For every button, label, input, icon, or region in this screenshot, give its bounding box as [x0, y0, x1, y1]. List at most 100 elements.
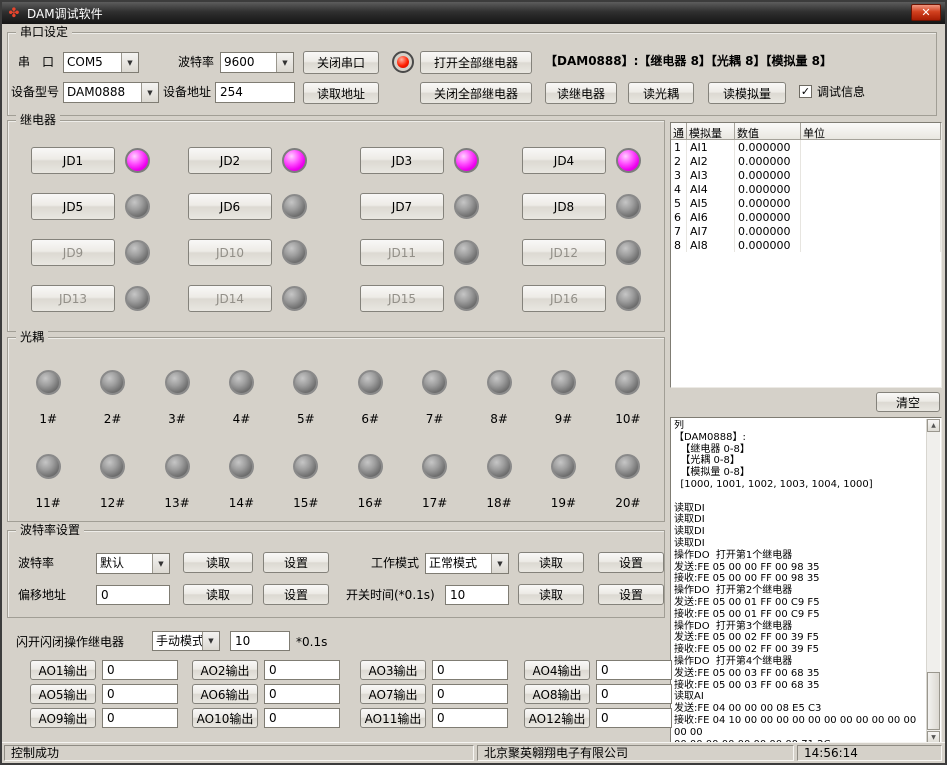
- ao11-output-button[interactable]: AO11输出: [360, 708, 426, 728]
- log-line: [674, 491, 924, 503]
- chevron-down-icon[interactable]: [202, 632, 219, 650]
- baudrate-select[interactable]: 默认: [96, 553, 170, 574]
- baudrate-read-button[interactable]: 读取: [183, 552, 253, 573]
- ao9-output-button[interactable]: AO9输出: [30, 708, 96, 728]
- relay-button-jd7[interactable]: JD7: [360, 193, 444, 220]
- ao10-output-button[interactable]: AO10输出: [192, 708, 258, 728]
- opto-row-2: 11# 12# 13# 14# 15# 16# 17# 18# 19# 20#: [16, 454, 660, 510]
- relay-light-jd14: [282, 286, 307, 311]
- scroll-up-icon[interactable]: [927, 419, 940, 432]
- workmode-select[interactable]: 正常模式: [425, 553, 509, 574]
- ao12-output-button[interactable]: AO12输出: [524, 708, 590, 728]
- read-analog-button[interactable]: 读模拟量: [708, 82, 786, 104]
- ao1-output-button[interactable]: AO1输出: [30, 660, 96, 680]
- ao5-output-button[interactable]: AO5输出: [30, 684, 96, 704]
- ao9-value-input[interactable]: 0: [102, 708, 178, 728]
- opto-light: [551, 370, 576, 395]
- flash-time-input[interactable]: 10: [230, 631, 290, 651]
- relay-button-jd8[interactable]: JD8: [522, 193, 606, 220]
- ao3-output-button[interactable]: AO3输出: [360, 660, 426, 680]
- switch-time-input[interactable]: 10: [445, 585, 509, 605]
- opto-light: [358, 454, 383, 479]
- chevron-down-icon[interactable]: [141, 83, 158, 102]
- read-addr-button[interactable]: 读取地址: [303, 82, 379, 104]
- chevron-down-icon[interactable]: [491, 554, 508, 573]
- cell-channel: 4: [671, 182, 687, 196]
- offset-set-button[interactable]: 设置: [263, 584, 329, 605]
- relay-button-jd11[interactable]: JD11: [360, 239, 444, 266]
- relay-button-jd2[interactable]: JD2: [188, 147, 272, 174]
- read-relay-button[interactable]: 读继电器: [545, 82, 617, 104]
- opto-channel: 20#: [596, 454, 660, 510]
- cell-unit: [801, 140, 941, 154]
- ao10-value-input[interactable]: 0: [264, 708, 340, 728]
- relay-button-jd13[interactable]: JD13: [31, 285, 115, 312]
- ao1-value-input[interactable]: 0: [102, 660, 178, 680]
- open-all-relays-button[interactable]: 打开全部继电器: [420, 51, 532, 74]
- ao4-value-input[interactable]: 0: [596, 660, 672, 680]
- read-opto-button[interactable]: 读光耦: [628, 82, 694, 104]
- table-row: 7 AI7 0.000000: [671, 224, 941, 238]
- relay-button-jd9[interactable]: JD9: [31, 239, 115, 266]
- relay-button-jd14[interactable]: JD14: [188, 285, 272, 312]
- opto-channel: 5#: [274, 370, 338, 426]
- baud-select[interactable]: 9600: [220, 52, 294, 73]
- flash-mode-select[interactable]: 手动模式: [152, 631, 220, 651]
- ao4-output-button[interactable]: AO4输出: [524, 660, 590, 680]
- ao3-value-input[interactable]: 0: [432, 660, 508, 680]
- chevron-down-icon[interactable]: [276, 53, 293, 72]
- relay-button-jd5[interactable]: JD5: [31, 193, 115, 220]
- log-line: 【模拟量 0-8】: [674, 467, 924, 479]
- chevron-down-icon[interactable]: [152, 554, 169, 573]
- switch-time-set-button[interactable]: 设置: [598, 584, 664, 605]
- baudrate-set-button[interactable]: 设置: [263, 552, 329, 573]
- cell-name: AI4: [687, 182, 735, 196]
- log-line: [1000, 1001, 1002, 1003, 1004, 1000]: [674, 479, 924, 491]
- model-select-value: DAM0888: [64, 83, 141, 102]
- ao2-value-input[interactable]: 0: [264, 660, 340, 680]
- ao7-value-input[interactable]: 0: [432, 684, 508, 704]
- cell-channel: 1: [671, 140, 687, 154]
- cell-name: AI2: [687, 154, 735, 168]
- status-company: 北京聚英翱翔电子有限公司: [477, 745, 794, 761]
- close-port-button[interactable]: 关闭串口: [303, 51, 379, 74]
- close-button[interactable]: [911, 4, 941, 21]
- ao11-value-input[interactable]: 0: [432, 708, 508, 728]
- offset-read-button[interactable]: 读取: [183, 584, 253, 605]
- relay-button-jd1[interactable]: JD1: [31, 147, 115, 174]
- close-all-relays-button[interactable]: 关闭全部继电器: [420, 82, 532, 104]
- log-line: 发送:FE 05 00 03 FF 00 68 35: [674, 668, 924, 680]
- relay-button-jd12[interactable]: JD12: [522, 239, 606, 266]
- log-scrollbar[interactable]: [926, 419, 940, 744]
- model-select[interactable]: DAM0888: [63, 82, 159, 103]
- log-line: 接收:FE 05 00 02 FF 00 39 F5: [674, 644, 924, 656]
- ao7-output-button[interactable]: AO7输出: [360, 684, 426, 704]
- ao8-value-input[interactable]: 0: [596, 684, 672, 704]
- chevron-down-icon[interactable]: [121, 53, 138, 72]
- clear-button[interactable]: 清空: [876, 392, 940, 412]
- ao5-value-input[interactable]: 0: [102, 684, 178, 704]
- ao2-output-button[interactable]: AO2输出: [192, 660, 258, 680]
- addr-input[interactable]: 254: [215, 82, 295, 103]
- ao6-output-button[interactable]: AO6输出: [192, 684, 258, 704]
- offset-input[interactable]: 0: [96, 585, 170, 605]
- ao6-value-input[interactable]: 0: [264, 684, 340, 704]
- ao8-output-button[interactable]: AO8输出: [524, 684, 590, 704]
- workmode-read-button[interactable]: 读取: [518, 552, 584, 573]
- relay-button-jd6[interactable]: JD6: [188, 193, 272, 220]
- cell-name: AI1: [687, 140, 735, 154]
- relay-button-jd4[interactable]: JD4: [522, 147, 606, 174]
- relay-button-jd10[interactable]: JD10: [188, 239, 272, 266]
- baud-label: 波特率: [178, 55, 214, 70]
- workmode-set-button[interactable]: 设置: [598, 552, 664, 573]
- opto-channel: 17#: [402, 454, 466, 510]
- debug-info-checkbox[interactable]: [799, 85, 812, 98]
- port-select[interactable]: COM5: [63, 52, 139, 73]
- relay-button-jd15[interactable]: JD15: [360, 285, 444, 312]
- scrollbar-thumb[interactable]: [927, 672, 940, 730]
- ao12-value-input[interactable]: 0: [596, 708, 672, 728]
- relay-button-jd3[interactable]: JD3: [360, 147, 444, 174]
- opto-channel: 10#: [596, 370, 660, 426]
- relay-button-jd16[interactable]: JD16: [522, 285, 606, 312]
- switch-time-read-button[interactable]: 读取: [518, 584, 584, 605]
